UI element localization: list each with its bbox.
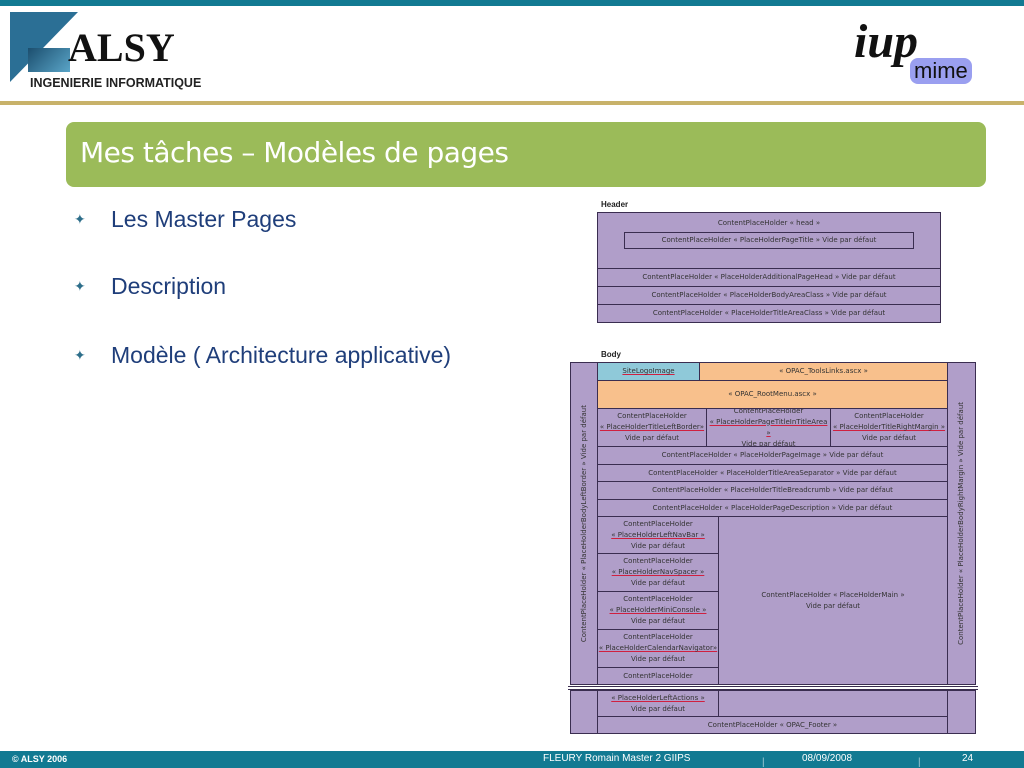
cell-text: Vide par défaut — [624, 434, 680, 442]
footer-placeholder: ContentPlaceHolder « OPAC_Footer » — [597, 716, 948, 734]
cell-text: ContentPlaceHolder — [854, 412, 924, 420]
cell-text: Vide par défaut — [630, 617, 686, 625]
cell-text: ContentPlaceHolder — [617, 412, 687, 420]
header-row: ContentPlaceHolder « PlaceHolderAddition… — [597, 268, 941, 287]
slide-title-banner: Mes tâches – Modèles de pages — [66, 122, 986, 187]
cell-text: « PlaceHolderMiniConsole » — [609, 606, 707, 614]
body-row: ContentPlaceHolder « PlaceHolderTitleAre… — [597, 464, 948, 482]
cell-text: ContentPlaceHolder — [623, 671, 693, 680]
cell-text: Vide par défaut — [630, 541, 686, 550]
cell-text: Vide par défaut — [630, 704, 686, 713]
left-nav-cell: ContentPlaceHolder « PlaceHolderCalendarN… — [597, 629, 719, 668]
body-row: ContentPlaceHolder « PlaceHolderTitleBre… — [597, 481, 948, 500]
cell-text: ContentPlaceHolder « PlaceHolderPageDesc… — [652, 503, 893, 512]
cell-text: ContentPlaceHolder « PlaceHolderPageImag… — [661, 451, 884, 459]
left-actions-cell: ContentPlaceHolder — [597, 667, 719, 685]
footer-copyright: © ALSY 2006 — [12, 754, 68, 764]
site-logo-image: SiteLogoImage — [597, 362, 700, 381]
cell-text: Vide par défaut — [630, 579, 686, 587]
header-row: ContentPlaceHolder « PlaceHolderTitleAre… — [597, 304, 941, 323]
cell-text: ContentPlaceHolder — [623, 595, 693, 603]
bullet-text: Description — [111, 273, 227, 299]
pin-icon: ✦ — [74, 347, 86, 363]
header-row: ContentPlaceHolder « PlaceHolderBodyArea… — [597, 286, 941, 305]
cell-text: ContentPlaceHolder « PlaceHolderTitleAre… — [648, 468, 897, 477]
body-diagram-label: Body — [601, 350, 621, 359]
cell-text: ContentPlaceHolder « PlaceHolderMain » — [761, 590, 905, 599]
cell-text: ContentPlaceHolder « head » — [717, 219, 821, 227]
slide-title: Mes tâches – Modèles de pages — [80, 136, 509, 169]
header-diagram-label: Header — [601, 200, 629, 209]
body-row: ContentPlaceHolder « PlaceHolderPageImag… — [597, 446, 948, 465]
left-nav-cell: ContentPlaceHolder « PlaceHolderLeftNavBa… — [597, 516, 719, 554]
title-left-border: ContentPlaceHolder « PlaceHolderTitleLeft… — [597, 408, 707, 447]
footer-date: 08/09/2008 — [802, 753, 853, 764]
left-nav-cell: ContentPlaceHolder « PlaceHolderNavSpacer… — [597, 553, 719, 592]
cell-text: « PlaceHolderNavSpacer » — [611, 568, 705, 576]
cell-text: Vide par défaut — [630, 655, 686, 663]
right-margin-continued — [947, 690, 976, 734]
cell-text: « PlaceHolderLeftNavBar » — [611, 530, 705, 539]
left-nav-cell: ContentPlaceHolder « PlaceHolderMiniConso… — [597, 591, 719, 630]
cell-text: ContentPlaceHolder « PlaceHolderBodyRigh… — [957, 402, 965, 645]
cell-text: Vide par défaut — [805, 601, 861, 610]
cell-text: ContentPlaceHolder « PlaceHolderPageTitl… — [661, 236, 877, 244]
root-menu: « OPAC_RootMenu.ascx » — [597, 380, 948, 409]
cell-text: ContentPlaceHolder « PlaceHolderTitleAre… — [652, 309, 886, 317]
tools-links: « OPAC_ToolsLinks.ascx » — [699, 362, 948, 381]
cell-text: ContentPlaceHolder « OPAC_Footer » — [707, 720, 838, 729]
break-line — [568, 686, 978, 687]
alsy-logo-name: ALSY — [68, 25, 175, 70]
cell-text: ContentPlaceHolder — [623, 633, 693, 641]
cell-text: ContentPlaceHolder — [623, 519, 693, 528]
title-right-margin: ContentPlaceHolder « PlaceHolderTitleRigh… — [830, 408, 948, 447]
left-actions-cell: « PlaceHolderLeftActions » Vide par défau… — [597, 690, 719, 717]
cell-text: « PlaceHolderTitleLeftBorder» — [599, 423, 705, 431]
main-placeholder-continued — [718, 690, 948, 717]
iup-mime-logo: iup mime — [850, 14, 1000, 89]
page-title-placeholder: ContentPlaceHolder « PlaceHolderPageTitl… — [624, 232, 914, 249]
pin-icon: ✦ — [74, 278, 86, 294]
cell-text: « OPAC_ToolsLinks.ascx » — [779, 367, 868, 375]
cell-text: « OPAC_RootMenu.ascx » — [728, 390, 817, 398]
footer-author: FLEURY Romain Master 2 GIIPS — [543, 753, 691, 764]
top-bar — [0, 0, 1024, 6]
cell-text: ContentPlaceHolder « PlaceHolderAddition… — [642, 273, 896, 281]
cell-text: ContentPlaceHolder — [623, 557, 693, 565]
bullet-text: Modèle ( Architecture applicative) — [111, 342, 452, 368]
page-number: 24 — [962, 753, 974, 764]
right-margin-placeholder: ContentPlaceHolder « PlaceHolderBodyRigh… — [947, 362, 976, 685]
body-row: ContentPlaceHolder « PlaceHolderPageDesc… — [597, 499, 948, 517]
cell-text: SiteLogoImage — [622, 367, 675, 375]
iup-logo-main: iup — [854, 15, 919, 68]
cell-text: ContentPlaceHolder « PlaceHolderBodyArea… — [651, 291, 887, 299]
cell-text: ContentPlaceHolder — [733, 408, 804, 415]
slide-footer: © ALSY 2006 FLEURY Romain Master 2 GIIPS… — [0, 751, 1024, 768]
cell-text: « PlaceHolderTitleRightMargin » — [832, 423, 946, 431]
alsy-logo-tagline: INGENIERIE INFORMATIQUE — [30, 76, 202, 90]
cell-text: « PlaceHolderPageTitleInTitleArea » — [709, 417, 828, 437]
divider — [0, 101, 1024, 105]
alsy-logo: ALSY INGENIERIE INFORMATIQUE — [8, 10, 228, 95]
cell-text: « PlaceHolderCalendarNavigator» — [598, 644, 718, 652]
main-placeholder: ContentPlaceHolder « PlaceHolderMain » Vi… — [718, 516, 948, 685]
cell-text: Vide par défaut — [861, 434, 917, 442]
cell-text: « PlaceHolderLeftActions » — [611, 693, 705, 702]
iup-logo-sub: mime — [910, 58, 972, 84]
cell-text: ContentPlaceHolder « PlaceHolderTitleBre… — [652, 486, 893, 494]
cell-text: ContentPlaceHolder « PlaceHolderBodyLeft… — [579, 404, 588, 643]
page-title-in-title-area: ContentPlaceHolder « PlaceHolderPageTitle… — [706, 408, 831, 447]
bullet-text: Les Master Pages — [111, 206, 297, 232]
left-border-placeholder: ContentPlaceHolder « PlaceHolderBodyLeft… — [570, 362, 598, 685]
left-border-continued — [570, 690, 598, 734]
pin-icon: ✦ — [74, 211, 86, 227]
